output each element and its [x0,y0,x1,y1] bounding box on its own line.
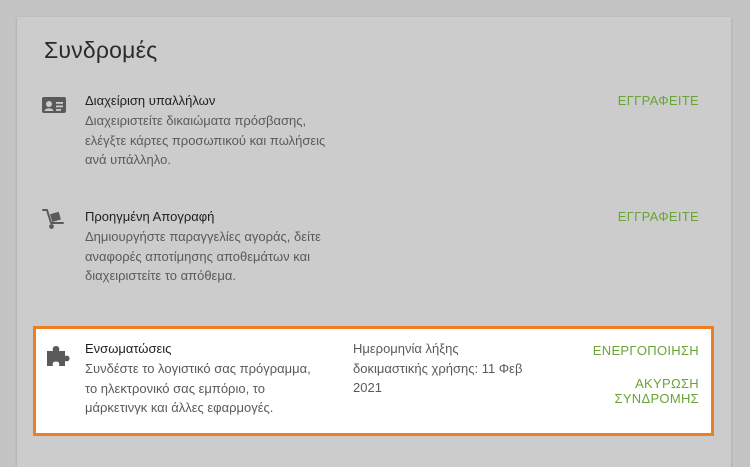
subscription-description: Δημιουργήστε παραγγελίες αγοράς, δείτε α… [85,229,321,283]
hand-truck-icon [42,209,64,229]
activate-button[interactable]: ΕΝΕΡΓΟΠΟΙΗΣΗ [593,343,699,358]
subscription-name: Ενσωματώσεις [85,341,172,356]
subscription-description: Διαχειριστείτε δικαιώματα πρόσβασης, ελέ… [85,113,326,167]
page-title: Συνδρομές [44,37,158,63]
puzzle-piece-icon [47,346,70,366]
subscribe-button[interactable]: ΕΓΓΡΑΦΕΙΤΕ [618,209,699,224]
trial-expiration-text: Ημερομηνία λήξης δοκιμαστικής χρήσης: 11… [353,341,523,395]
subscribe-button[interactable]: ΕΓΓΡΑΦΕΙΤΕ [618,93,699,108]
subscription-row-integrations: Ενσωματώσεις Συνδέστε το λογιστικό σας π… [33,326,714,436]
subscription-name: Διαχείριση υπαλλήλων [85,93,216,108]
cancel-subscription-button[interactable]: ΑΚΥΡΩΣΗ ΣΥΝΔΡΟΜΗΣ [589,376,699,406]
subscription-name: Προηγμένη Απογραφή [85,209,215,224]
id-card-icon [42,97,66,113]
subscription-description: Συνδέστε το λογιστικό σας πρόγραμμα, το … [85,361,311,415]
